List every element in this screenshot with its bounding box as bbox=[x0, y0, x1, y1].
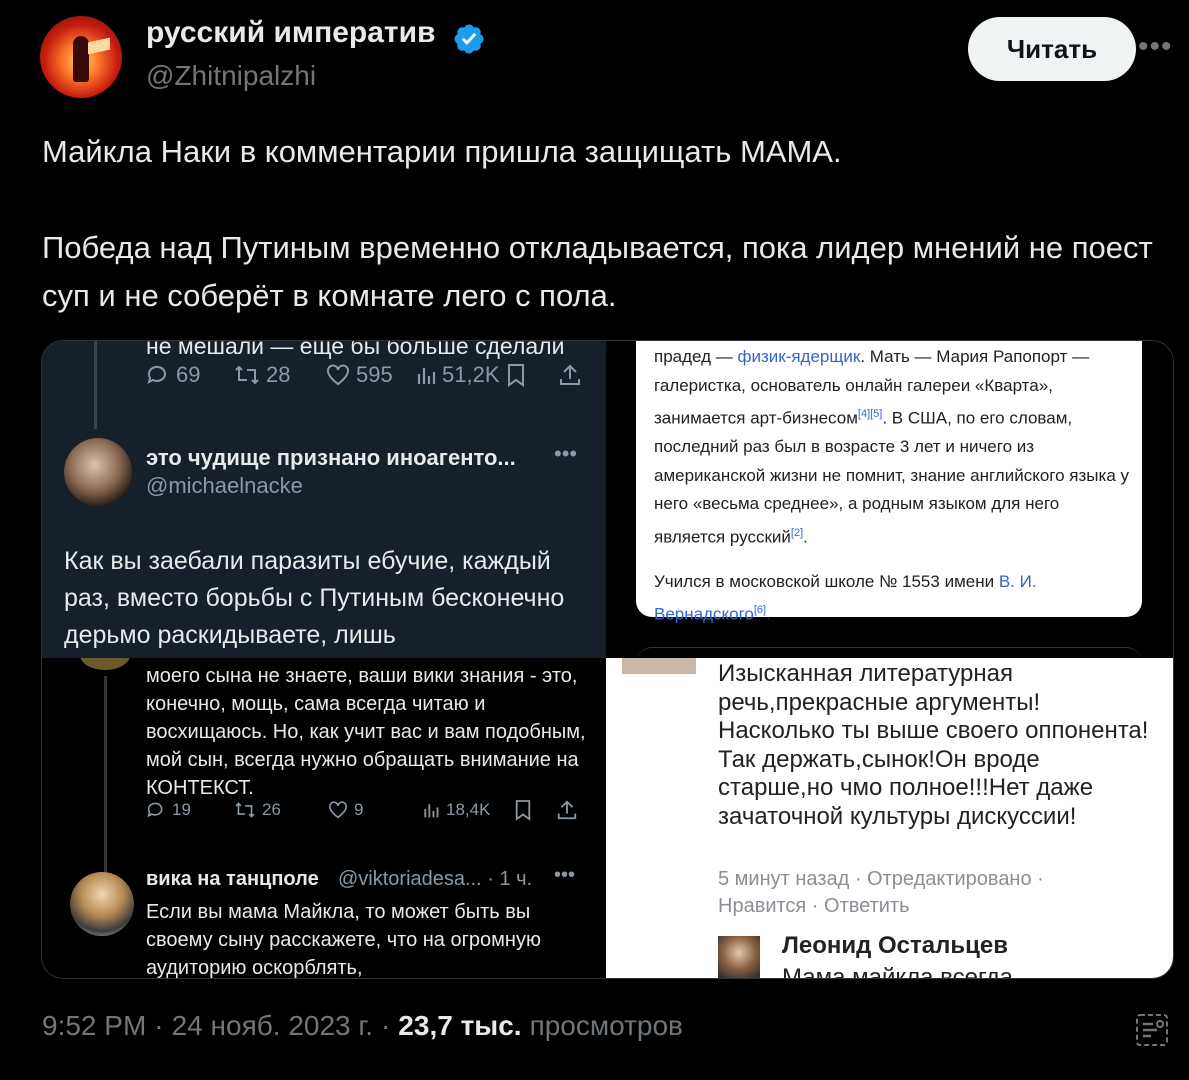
share-icon bbox=[560, 364, 580, 385]
avatar-figure bbox=[73, 36, 89, 82]
reply-icon bbox=[147, 802, 163, 818]
media-image[interactable]: не мешали — еще бы больше сделали 69 28 … bbox=[41, 340, 1174, 979]
wiki-ref: [4][5] bbox=[857, 408, 883, 420]
repost-count: 26 bbox=[262, 800, 281, 819]
bookmark-icon bbox=[515, 800, 531, 821]
like-stat: 9 bbox=[328, 800, 363, 820]
repost-icon bbox=[235, 802, 255, 818]
repost-count: 28 bbox=[266, 362, 291, 387]
user-name: это чудище признано иноагенто... bbox=[146, 445, 516, 470]
user-handle: @michaelnacke bbox=[146, 473, 303, 498]
repost-stat: 28 bbox=[234, 362, 290, 388]
reply-icon bbox=[147, 365, 166, 384]
avatar bbox=[622, 658, 696, 674]
tweet-body: Если вы мама Майкла, то может быть вы св… bbox=[146, 901, 541, 978]
reply-count: 19 bbox=[172, 800, 191, 819]
wiki-text-part: прадед — bbox=[654, 347, 738, 366]
comment-actions: Нравится · Ответить bbox=[718, 895, 910, 917]
comment-meta-line: 5 минут назад · Отредактировано · bbox=[718, 868, 1044, 890]
tweet-text: Майкла Наки в комментарии пришла защищат… bbox=[42, 128, 1177, 320]
views-count: 23,7 тыс. bbox=[398, 1010, 522, 1041]
tweet-body: Как вы заебали паразиты ебучие, каждый р… bbox=[64, 547, 565, 649]
heart-icon bbox=[327, 364, 349, 386]
heart-icon bbox=[329, 801, 347, 819]
screenshot-tweet-dark: не мешали — еще бы больше сделали 69 28 … bbox=[42, 341, 606, 658]
avatar bbox=[70, 872, 134, 936]
cut-text: Мама майкла всегда bbox=[782, 964, 1014, 978]
bookmark-icon bbox=[508, 364, 524, 387]
more-options-icon[interactable]: ••• bbox=[1138, 30, 1173, 64]
analytics-icon[interactable] bbox=[1134, 1012, 1170, 1048]
reply-count: 69 bbox=[176, 362, 201, 387]
wiki-ref: [6] bbox=[753, 604, 767, 617]
user-handle: @viktoriadesa... · 1 ч. bbox=[338, 868, 533, 890]
user-name: Леонид Остальцев bbox=[782, 932, 1008, 959]
wiki-paragraph: Учился в московской школе № 1553 имени В… bbox=[654, 568, 1134, 630]
wiki-paragraph: прадед — физик-ядерщик. Мать — Мария Рап… bbox=[654, 343, 1134, 552]
views-icon bbox=[417, 368, 436, 384]
screenshot-tweet-black: моего сына не знаете, ваши вики знания -… bbox=[42, 658, 606, 978]
more-icon: ••• bbox=[554, 864, 576, 886]
cut-text: не мешали — еще бы больше сделали bbox=[146, 341, 565, 359]
thread-line bbox=[104, 676, 107, 896]
repost-icon bbox=[235, 365, 259, 385]
user-name: вика на танцполе bbox=[146, 868, 319, 890]
separator: · bbox=[154, 1010, 164, 1041]
views-icon bbox=[424, 804, 439, 818]
read-button[interactable]: Читать bbox=[968, 17, 1136, 81]
tweet-body: моего сына не знаете, ваши вики знания -… bbox=[146, 665, 586, 799]
tweet-meta: 9:52 PM · 24 нояб. 2023 г. · 23,7 тыс. п… bbox=[42, 1010, 683, 1042]
avatar bbox=[80, 658, 130, 670]
wiki-text: прадед — физик-ядерщик. Мать — Мария Рап… bbox=[654, 343, 1134, 629]
comment-meta: 5 минут назад · Отредактировано · Нравит… bbox=[718, 866, 1044, 920]
views-count: 18,4K bbox=[446, 800, 491, 819]
wiki-text-part: Учился в московской школе № 1553 имени bbox=[654, 571, 999, 591]
wiki-text-part: . bbox=[803, 527, 808, 547]
views-count: 51,2K bbox=[442, 362, 500, 387]
avatar bbox=[64, 438, 132, 506]
author-name[interactable]: русский императив bbox=[146, 16, 436, 50]
views-stat: 51,2K bbox=[416, 362, 500, 388]
like-stat: 595 bbox=[326, 362, 393, 388]
tweet-paragraph: Победа над Путиным временно откладываетс… bbox=[42, 230, 1153, 313]
views-label: просмотров bbox=[529, 1010, 683, 1041]
screenshot-comment: Изысканная литературная речь,прекрасные … bbox=[606, 658, 1173, 978]
tweet-date[interactable]: 24 нояб. 2023 г. bbox=[172, 1010, 373, 1042]
views-stat: 18,4K bbox=[422, 800, 490, 820]
avatar-flag bbox=[88, 37, 110, 55]
avatar bbox=[718, 936, 760, 978]
reply-stat: 19 bbox=[146, 800, 191, 820]
thread-line bbox=[94, 341, 97, 429]
comment-text: Изысканная литературная речь,прекрасные … bbox=[718, 660, 1149, 830]
verified-badge-icon bbox=[454, 24, 484, 54]
tweet-paragraph: Майкла Наки в комментарии пришла защищат… bbox=[42, 134, 842, 169]
author-avatar[interactable] bbox=[40, 16, 122, 98]
separator: · bbox=[380, 1010, 391, 1041]
wiki-ref: [2] bbox=[790, 526, 804, 539]
tweet-time[interactable]: 9:52 PM bbox=[42, 1010, 146, 1042]
repost-stat: 26 bbox=[234, 800, 281, 820]
more-icon: ••• bbox=[554, 441, 578, 466]
card-edge bbox=[636, 647, 1142, 658]
like-count: 595 bbox=[356, 362, 393, 387]
like-count: 9 bbox=[354, 800, 364, 819]
screenshot-wikipedia: прадед — физик-ядерщик. Мать — Мария Рап… bbox=[606, 341, 1173, 658]
wiki-text-part: . В США, по его словам, последний раз бы… bbox=[654, 408, 1129, 547]
reply-stat: 69 bbox=[146, 362, 200, 388]
wiki-link: физик-ядерщик bbox=[737, 347, 861, 366]
share-icon bbox=[557, 800, 577, 820]
author-handle[interactable]: @Zhitnipalzhi bbox=[146, 60, 316, 92]
wiki-text-part: . bbox=[766, 604, 771, 624]
